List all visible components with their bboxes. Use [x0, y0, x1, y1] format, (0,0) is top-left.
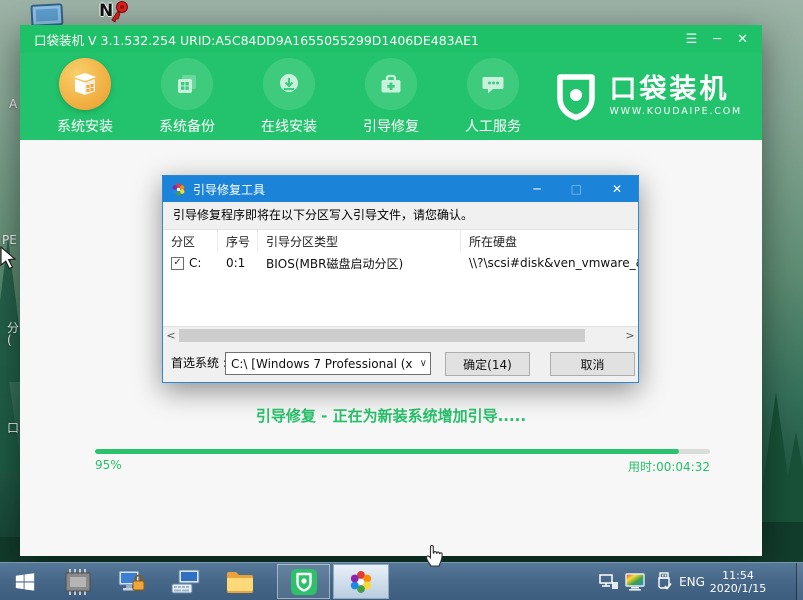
table-header-row: 分区 序号 引导分区类型 所在硬盘: [163, 230, 638, 252]
dialog-minimize-icon[interactable]: ─: [533, 182, 540, 196]
main-nav: 系统安装 系统备份: [20, 53, 762, 140]
scroll-right-icon[interactable]: >: [622, 328, 638, 343]
partition-index: 0:1: [218, 256, 258, 270]
col-header-partition: 分区: [163, 230, 218, 252]
preferred-system-select[interactable]: C:\ [Windows 7 Professional (x ∨: [225, 352, 431, 375]
keyboard-monitor-icon: [171, 568, 201, 596]
show-desktop-button[interactable]: [796, 563, 803, 600]
partition-type: BIOS(MBR磁盘启动分区): [258, 255, 461, 272]
status-text: 引导修复 - 正在为新装系统增加引导.....: [20, 405, 762, 426]
table-row[interactable]: ✓ C: 0:1 BIOS(MBR磁盘启动分区) \\?\scsi#disk&v…: [163, 252, 638, 274]
clock-date: 2020/1/15: [710, 582, 766, 595]
chat-bubble-icon: [467, 58, 519, 110]
dialog-message: 引导修复程序即将在以下分区写入引导文件，请您确认。: [163, 202, 638, 229]
desktop: N A PE 分 ( 口 口袋装机 V 3.1.532.254 URID:A5C…: [0, 0, 803, 600]
dialog-maximize-icon[interactable]: □: [571, 182, 582, 196]
background-window-text: A: [9, 97, 17, 111]
backup-copies-icon: [161, 58, 213, 110]
tray-network-icon[interactable]: [596, 563, 622, 600]
progress-bar: [95, 449, 710, 454]
nav-item-online-install[interactable]: 在线安装: [238, 58, 340, 136]
pinwheel-icon: [171, 182, 186, 197]
nav-item-boot-repair[interactable]: 引导修复: [340, 58, 442, 136]
partition-checkbox[interactable]: ✓: [171, 257, 184, 270]
ok-button[interactable]: 确定(14): [445, 352, 530, 376]
boot-repair-dialog: 引导修复工具 ─ □ ✕ 引导修复程序即将在以下分区写入引导文件，请您确认。 分…: [162, 175, 639, 383]
dialog-footer: 首选系统 : C:\ [Windows 7 Professional (x ∨ …: [163, 343, 638, 384]
cancel-button[interactable]: 取消: [550, 352, 635, 376]
red-key-icon: [108, 0, 130, 24]
taskbar: ENG 11:54 2020/1/15: [0, 562, 803, 600]
repair-kit-icon: [365, 58, 417, 110]
taskbar-osk-app[interactable]: [160, 563, 212, 600]
nav-item-human-service[interactable]: 人工服务: [442, 58, 544, 136]
desktop-n-key-icon[interactable]: N: [99, 0, 133, 24]
brand-site: WWW.KOUDAIPE.COM: [609, 106, 742, 117]
tray-language[interactable]: ENG: [676, 563, 708, 600]
pinwheel-icon: [348, 569, 374, 595]
download-icon: [263, 58, 315, 110]
install-box-icon: [59, 58, 111, 110]
nav-label: 在线安装: [238, 116, 340, 136]
taskbar-koudai-app[interactable]: [277, 564, 330, 599]
taskbar-remote-lock-app[interactable]: [106, 563, 158, 600]
start-button[interactable]: [0, 563, 50, 600]
nav-item-system-backup[interactable]: 系统备份: [136, 58, 238, 136]
preferred-system-label: 首选系统 :: [171, 343, 227, 384]
nav-label: 引导修复: [340, 116, 442, 136]
taskbar-bootrepair-app[interactable]: [333, 564, 389, 599]
background-window-text: PE: [2, 233, 17, 247]
memory-chip-icon: [63, 568, 93, 596]
progress-percent: 95%: [95, 458, 122, 475]
brand-logo: 口袋装机 WWW.KOUDAIPE.COM: [553, 72, 762, 122]
nav-item-system-install[interactable]: 系统安装: [34, 58, 136, 136]
background-window-text: (: [7, 333, 12, 347]
nav-label: 系统安装: [34, 116, 136, 136]
dialog-titlebar[interactable]: 引导修复工具 ─ □ ✕: [163, 176, 638, 202]
taskbar-chip-app[interactable]: [52, 563, 104, 600]
tray-display-icon[interactable]: [622, 563, 650, 600]
chevron-down-icon: ∨: [418, 358, 427, 369]
dialog-title: 引导修复工具: [193, 181, 265, 198]
minimize-icon[interactable]: ─: [713, 33, 721, 46]
progress-fill: [95, 449, 679, 454]
main-window-titlebar[interactable]: 口袋装机 V 3.1.532.254 URID:A5C84DD9A1655055…: [20, 25, 762, 53]
taskbar-explorer-app[interactable]: [214, 563, 266, 600]
monitor-lock-icon: [117, 568, 147, 596]
folder-icon: [225, 569, 255, 595]
scrollbar-thumb[interactable]: [179, 329, 585, 342]
brand-name: 口袋装机: [609, 76, 742, 104]
partition-name: C:: [189, 256, 201, 270]
col-header-disk: 所在硬盘: [461, 230, 638, 252]
close-icon[interactable]: ✕: [737, 33, 748, 46]
nav-label: 人工服务: [442, 116, 544, 136]
preferred-system-value: C:\ [Windows 7 Professional (x: [231, 357, 418, 371]
col-header-type: 引导分区类型: [258, 230, 461, 252]
window-title: 口袋装机 V 3.1.532.254 URID:A5C84DD9A1655055…: [34, 30, 479, 49]
background-window-text: 口: [7, 419, 19, 436]
dialog-close-icon[interactable]: ✕: [612, 182, 622, 196]
menu-icon[interactable]: ☰: [686, 33, 698, 46]
clock-time: 11:54: [722, 569, 754, 582]
partition-table: 分区 序号 引导分区类型 所在硬盘 ✓ C: 0:1 BIOS(MBR磁盘启动分…: [163, 229, 638, 326]
green-shield-icon: [290, 568, 318, 596]
tray-clock[interactable]: 11:54 2020/1/15: [706, 563, 770, 600]
partition-disk: \\?\scsi#disk&ven_vmware_&: [461, 256, 638, 270]
horizontal-scrollbar[interactable]: < >: [163, 326, 638, 343]
nav-label: 系统备份: [136, 116, 238, 136]
windows-logo-icon: [14, 571, 36, 593]
col-header-index: 序号: [218, 230, 258, 252]
scroll-left-icon[interactable]: <: [163, 328, 179, 343]
elapsed-time: 用时:00:04:32: [628, 458, 710, 475]
shield-logo-icon: [553, 72, 599, 122]
tray-usb-icon[interactable]: [652, 563, 676, 600]
language-label: ENG: [679, 575, 705, 589]
